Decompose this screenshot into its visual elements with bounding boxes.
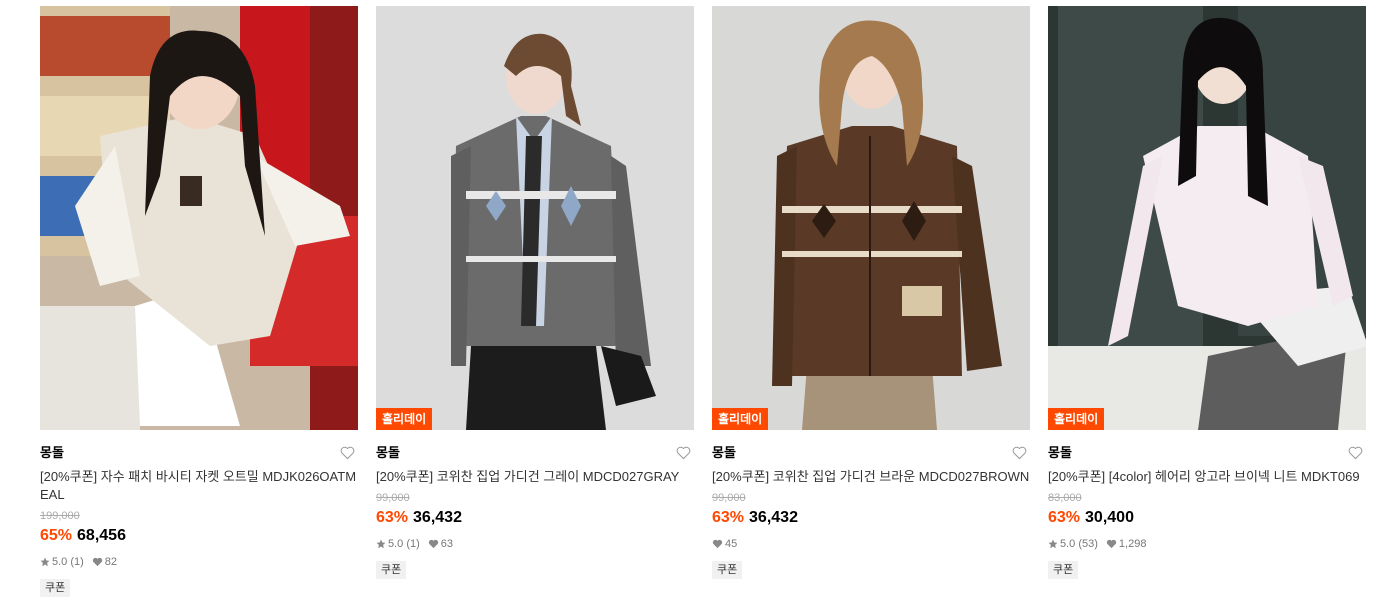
brand-name[interactable]: 몽돌 (40, 443, 358, 463)
coupon-tag: 쿠폰 (1048, 561, 1079, 579)
product-image[interactable]: 홀리데이 (712, 6, 1030, 430)
original-price: 99,000 (376, 492, 410, 504)
price-row: 63% 36,432 (712, 507, 1030, 529)
product-card[interactable]: 홀리데이 몽돌 [20%쿠폰] [4color] 헤어리 앙고라 브이넥 니트 … (1048, 6, 1366, 579)
rating-text: 5.0 (1) (52, 556, 84, 568)
original-price: 99,000 (712, 492, 746, 504)
discount-rate: 65% (40, 527, 73, 544)
holiday-badge: 홀리데이 (712, 408, 769, 430)
product-title[interactable]: [20%쿠폰] 자수 패치 바시티 자켓 오트밀 MDJK026OATMEAL (40, 468, 358, 504)
heart-filled-icon (92, 557, 102, 567)
product-image[interactable]: 홀리데이 (376, 6, 694, 430)
coupon-tag: 쿠폰 (712, 561, 743, 579)
product-title[interactable]: [20%쿠폰] 코위찬 집업 가디건 그레이 MDCD027GRAY (376, 468, 694, 486)
like-count: 63 (440, 538, 454, 550)
coupon-tag: 쿠폰 (376, 561, 407, 579)
product-stats: 45 (712, 537, 1030, 551)
heart-filled-icon (712, 539, 723, 549)
heart-filled-icon (428, 539, 438, 549)
discount-rate: 63% (1048, 509, 1081, 526)
star-icon (1048, 539, 1058, 549)
original-price: 83,000 (1048, 492, 1082, 504)
product-title[interactable]: [20%쿠폰] [4color] 헤어리 앙고라 브이넥 니트 MDKT069 (1048, 468, 1366, 486)
sale-price: 36,432 (413, 509, 462, 526)
product-stats: 5.0 (53) 1,298 (1048, 537, 1366, 551)
product-stats: 5.0 (1) 82 (40, 555, 358, 569)
like-count: 45 (725, 538, 738, 550)
varsity-jacket-photo (40, 6, 358, 430)
price-row: 65% 68,456 (40, 525, 358, 547)
brand-name[interactable]: 몽돌 (712, 443, 1030, 463)
product-image[interactable] (40, 6, 358, 430)
product-card[interactable]: 몽돌 [20%쿠폰] 자수 패치 바시티 자켓 오트밀 MDJK026OATME… (40, 6, 358, 597)
product-card[interactable]: 홀리데이 몽돌 [20%쿠폰] 코위찬 집업 가디건 브라운 MDCD027BR… (712, 6, 1030, 579)
brand-name[interactable]: 몽돌 (376, 443, 694, 463)
gray-cardigan-photo (376, 6, 694, 430)
holiday-badge: 홀리데이 (376, 408, 433, 430)
heart-icon[interactable] (676, 446, 691, 460)
discount-rate: 63% (376, 509, 409, 526)
rating-text: 5.0 (53) (1060, 538, 1098, 550)
product-card[interactable]: 홀리데이 몽돌 [20%쿠폰] 코위찬 집업 가디건 그레이 MDCD027GR… (376, 6, 694, 579)
sale-price: 36,432 (749, 509, 798, 526)
product-title[interactable]: [20%쿠폰] 코위찬 집업 가디건 브라운 MDCD027BROWN (712, 468, 1030, 486)
like-count: 82 (104, 556, 118, 568)
heart-filled-icon (1106, 539, 1117, 549)
product-grid: 몽돌 [20%쿠폰] 자수 패치 바시티 자켓 오트밀 MDJK026OATME… (0, 0, 1378, 616)
brand-name[interactable]: 몽돌 (1048, 443, 1366, 463)
sale-price: 30,400 (1085, 509, 1134, 526)
price-row: 63% 30,400 (1048, 507, 1366, 529)
rating-text: 5.0 (1) (388, 538, 420, 550)
like-count: 1,298 (1118, 538, 1147, 550)
heart-icon[interactable] (1012, 446, 1027, 460)
star-icon (40, 557, 50, 567)
angora-knit-photo (1048, 6, 1366, 430)
sale-price: 68,456 (77, 527, 126, 544)
coupon-tag: 쿠폰 (40, 579, 71, 597)
discount-rate: 63% (712, 509, 745, 526)
heart-icon[interactable] (1348, 446, 1363, 460)
product-stats: 5.0 (1) 63 (376, 537, 694, 551)
heart-icon[interactable] (340, 446, 355, 460)
price-row: 63% 36,432 (376, 507, 694, 529)
brown-cardigan-photo (712, 6, 1030, 430)
original-price: 199,000 (40, 510, 80, 522)
product-image[interactable]: 홀리데이 (1048, 6, 1366, 430)
holiday-badge: 홀리데이 (1048, 408, 1105, 430)
star-icon (376, 539, 386, 549)
